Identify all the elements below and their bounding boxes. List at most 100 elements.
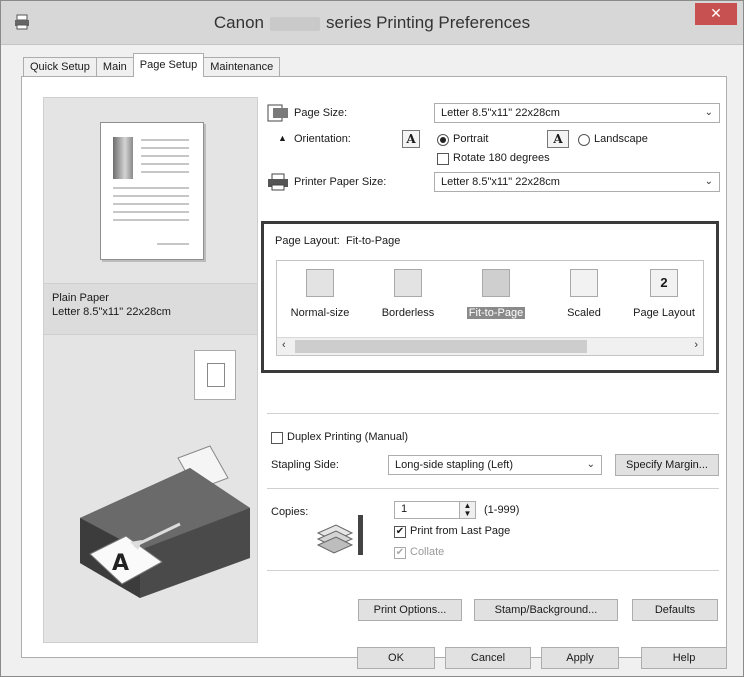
page-layout-group: Page Layout: Fit-to-Page Normal-size Bor… [261, 221, 719, 373]
window-title-brand: Canon [213, 13, 264, 32]
preview-line [113, 187, 189, 189]
preview-line [141, 139, 189, 141]
copies-range: (1-999) [484, 504, 520, 516]
scaled-icon [570, 269, 598, 297]
page-layout-icon: 2 [650, 269, 678, 297]
copies-label: Copies: [271, 506, 309, 518]
layout-item-label: Scaled [567, 307, 601, 319]
copies-stepper[interactable]: 1 ▲ ▼ [394, 501, 476, 519]
page-size-label: Page Size: [294, 107, 348, 119]
preview-line [113, 195, 189, 197]
print-options-button[interactable]: Print Options... [358, 599, 462, 621]
paper-source-icon[interactable] [194, 350, 236, 400]
duplex-label: Duplex Printing (Manual) [287, 431, 409, 443]
scroll-left-icon[interactable]: ‹ [282, 339, 286, 351]
printer-paper-size-icon [268, 173, 288, 191]
chevron-down-icon: ⌄ [586, 459, 595, 470]
portrait-icon: A [402, 130, 420, 148]
close-icon: ✕ [710, 5, 722, 21]
ok-button[interactable]: OK [357, 647, 435, 669]
chevron-down-icon: ⌄ [704, 176, 713, 187]
layout-scaled[interactable]: Scaled [545, 269, 623, 319]
chevron-down-icon: ⌄ [704, 107, 713, 118]
separator [267, 488, 719, 489]
layout-fit-to-page[interactable]: Fit-to-Page [457, 269, 535, 319]
portrait-radio[interactable] [437, 134, 449, 146]
preview-line [113, 203, 189, 205]
tab-maintenance[interactable]: Maintenance [203, 57, 281, 77]
stamp-background-button[interactable]: Stamp/Background... [474, 599, 618, 621]
stepper-arrows-icon[interactable]: ▲ ▼ [459, 502, 475, 518]
fit-to-page-icon [482, 269, 510, 297]
media-info: Plain Paper Letter 8.5"x11" 22x28cm [44, 283, 257, 335]
normal-size-icon [306, 269, 334, 297]
printer-paper-size-value: Letter 8.5"x11" 22x28cm [441, 176, 560, 188]
paper-preview [100, 122, 204, 260]
page-size-value: Letter 8.5"x11" 22x28cm [441, 107, 560, 119]
rotate-180-label: Rotate 180 degrees [453, 152, 550, 164]
scrollbar-thumb[interactable] [295, 340, 587, 353]
preview-line [141, 147, 189, 149]
svg-text:A: A [112, 551, 129, 576]
cancel-button[interactable]: Cancel [445, 647, 531, 669]
borderless-icon [394, 269, 422, 297]
apply-button[interactable]: Apply [541, 647, 619, 669]
preview-line [157, 243, 189, 245]
window-title: Canon series Printing Preferences [1, 13, 743, 33]
layout-page-layout[interactable]: 2 Page Layout [625, 269, 703, 319]
page-layout-list: Normal-size Borderless Fit-to-Page Scale… [276, 260, 704, 356]
close-button[interactable]: ✕ [695, 3, 737, 25]
tab-quick-setup[interactable]: Quick Setup [23, 57, 97, 77]
defaults-button[interactable]: Defaults [632, 599, 718, 621]
landscape-radio[interactable] [578, 134, 590, 146]
rotate-180-checkbox[interactable] [437, 153, 449, 165]
orientation-label: Orientation: [294, 133, 351, 145]
portrait-label: Portrait [453, 133, 489, 145]
duplex-checkbox[interactable] [271, 432, 283, 444]
preview-pane: Plain Paper Letter 8.5"x11" 22x28cm A [43, 97, 258, 643]
collate-label: Collate [410, 546, 445, 558]
media-size-text: Letter 8.5"x11" 22x28cm [52, 306, 171, 318]
printer-illustration: A [80, 445, 250, 598]
page-setup-panel: Plain Paper Letter 8.5"x11" 22x28cm A Pa… [21, 76, 727, 658]
tab-strip: Quick Setup Main Page Setup Maintenance [23, 53, 281, 77]
printer-paper-size-select[interactable]: Letter 8.5"x11" 22x28cm ⌄ [434, 172, 720, 192]
layout-item-label: Normal-size [290, 307, 350, 319]
tab-main[interactable]: Main [95, 57, 134, 77]
layout-horizontal-scrollbar[interactable]: ‹ › [277, 337, 703, 355]
preview-line [113, 211, 189, 213]
bullet-icon: ▲ [278, 133, 287, 143]
window-title-suffix: series Printing Preferences [326, 13, 531, 32]
separator [267, 570, 719, 571]
preview-line [113, 219, 189, 221]
layout-normal-size[interactable]: Normal-size [281, 269, 359, 319]
stapling-side-value: Long-side stapling (Left) [395, 459, 514, 471]
specify-margin-button[interactable]: Specify Margin... [615, 454, 719, 476]
tab-page-setup[interactable]: Page Setup [132, 53, 205, 77]
layout-borderless[interactable]: Borderless [369, 269, 447, 319]
preview-line [141, 163, 189, 165]
separator [267, 413, 719, 414]
page-size-select[interactable]: Letter 8.5"x11" 22x28cm ⌄ [434, 103, 720, 123]
media-type-text: Plain Paper [52, 292, 109, 304]
printing-preferences-window: Canon series Printing Preferences ✕ Quick… [0, 0, 744, 677]
page-size-icon [267, 104, 288, 122]
help-button[interactable]: Help [641, 647, 727, 669]
layout-item-label: Page Layout [633, 307, 695, 319]
title-bar: Canon series Printing Preferences ✕ [1, 1, 743, 45]
model-name-redacted [270, 16, 320, 31]
printer-paper-size-label: Printer Paper Size: [294, 176, 387, 188]
layout-item-label: Borderless [381, 307, 435, 319]
print-from-last-checkbox[interactable]: ✔ [394, 526, 406, 538]
copies-value: 1 [401, 503, 408, 515]
preview-line [141, 171, 189, 173]
stapling-side-select[interactable]: Long-side stapling (Left) ⌄ [388, 455, 602, 475]
preview-image [113, 137, 133, 179]
scroll-right-icon[interactable]: › [694, 339, 698, 351]
page-layout-current: Fit-to-Page [346, 235, 401, 247]
landscape-icon: A [547, 130, 569, 148]
copies-stack-icon [316, 515, 363, 555]
page-layout-label: Page Layout: [275, 235, 340, 247]
collate-checkbox[interactable]: ✔ [394, 547, 406, 559]
preview-line [141, 155, 189, 157]
